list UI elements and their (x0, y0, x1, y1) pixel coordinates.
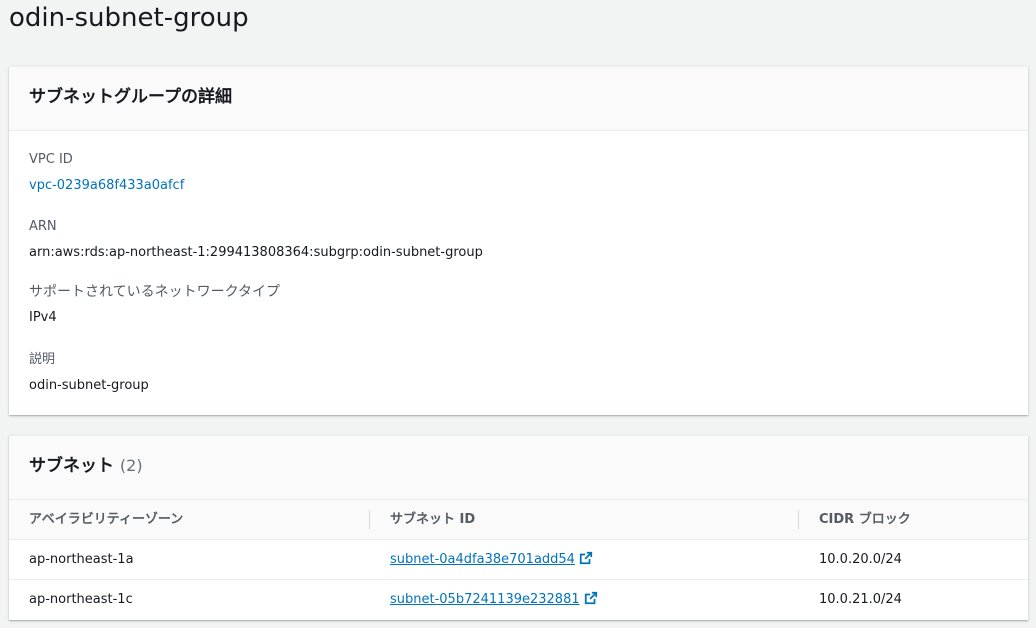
row-az: ap-northeast-1a (29, 552, 134, 567)
row-az: ap-northeast-1c (29, 592, 133, 607)
network-type-value: IPv4 (29, 310, 57, 325)
column-divider[interactable] (369, 510, 370, 529)
subnet-id-link[interactable]: subnet-05b7241139e232881 (390, 580, 598, 619)
row-cidr: 10.0.21.0/24 (819, 592, 902, 607)
description-label: 説明 (29, 352, 56, 367)
subnets-table: アベイラビリティーゾーン サブネット ID CIDR ブロック ap-north… (9, 500, 1028, 619)
table-header-row: アベイラビリティーゾーン サブネット ID CIDR ブロック (9, 500, 1028, 540)
subnets-panel-header: サブネット (2) (9, 436, 1028, 500)
vpc-id-link[interactable]: vpc-0239a68f433a0afcf (29, 177, 184, 195)
column-header-subnet-id[interactable]: サブネット ID (390, 500, 475, 539)
subnets-count: (2) (119, 456, 143, 475)
subnets-panel: サブネット (2) アベイラビリティーゾーン サブネット ID CIDR ブロッ… (9, 435, 1028, 620)
network-type-label: サポートされているネットワークタイプ (29, 284, 281, 300)
details-heading: サブネットグループの詳細 (29, 87, 232, 107)
subnet-id-text: subnet-05b7241139e232881 (390, 592, 580, 607)
description-value: odin-subnet-group (29, 378, 149, 393)
table-row: ap-northeast-1c subnet-05b7241139e232881… (9, 580, 1028, 619)
subnets-heading: サブネット (2) (29, 436, 143, 496)
external-link-icon (579, 551, 593, 565)
external-link-icon (584, 591, 597, 605)
subnet-id-text: subnet-0a4dfa38e701add54 (390, 552, 575, 567)
vpc-id-field: VPC ID vpc-0239a68f433a0afcf (29, 151, 184, 195)
arn-field: ARN arn:aws:rds:ap-northeast-1:299413808… (29, 218, 483, 262)
subnets-heading-title: サブネット (29, 456, 114, 476)
arn-label: ARN (29, 219, 57, 234)
page-title: odin-subnet-group (9, 3, 249, 33)
details-panel-header: サブネットグループの詳細 (9, 67, 1028, 131)
column-header-cidr[interactable]: CIDR ブロック (819, 500, 911, 539)
row-cidr: 10.0.20.0/24 (819, 552, 902, 567)
description-field: 説明 odin-subnet-group (29, 351, 149, 395)
subnet-id-link[interactable]: subnet-0a4dfa38e701add54 (390, 540, 593, 579)
column-header-az[interactable]: アベイラビリティーゾーン (29, 500, 183, 539)
table-row: ap-northeast-1a subnet-0a4dfa38e701add54… (9, 540, 1028, 580)
arn-value: arn:aws:rds:ap-northeast-1:299413808364:… (29, 245, 483, 260)
network-type-field: サポートされているネットワークタイプ IPv4 (29, 283, 280, 327)
vpc-id-label: VPC ID (29, 152, 73, 167)
column-divider[interactable] (798, 510, 799, 529)
subnet-group-details-panel: サブネットグループの詳細 VPC ID vpc-0239a68f433a0afc… (9, 66, 1028, 415)
